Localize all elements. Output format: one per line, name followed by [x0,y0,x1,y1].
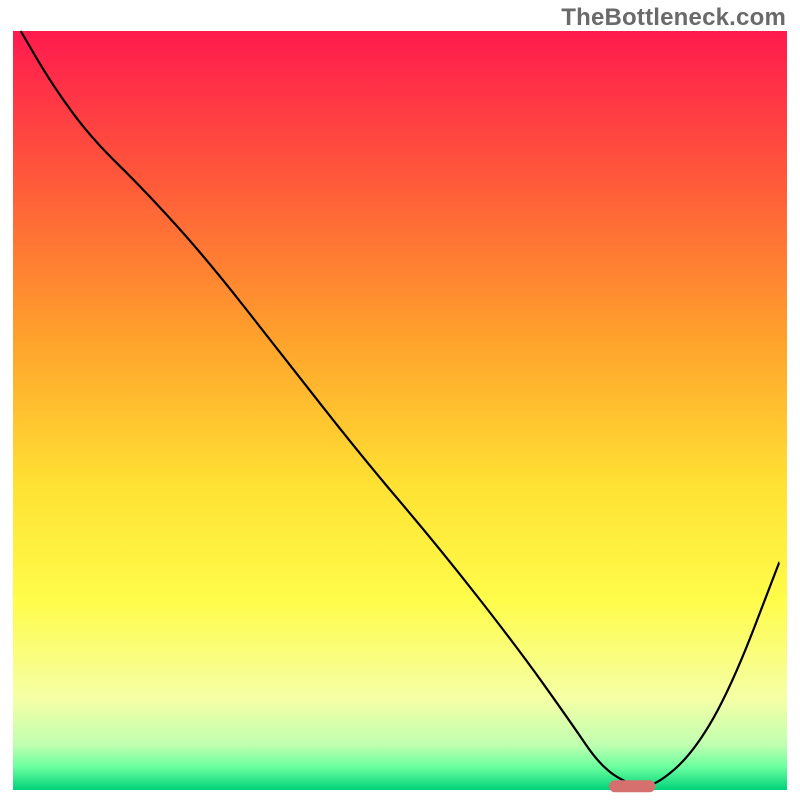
bottleneck-chart: TheBottleneck.com [0,0,800,800]
plot-svg [0,0,800,800]
gradient-background [13,31,787,790]
optimal-marker [609,780,655,792]
